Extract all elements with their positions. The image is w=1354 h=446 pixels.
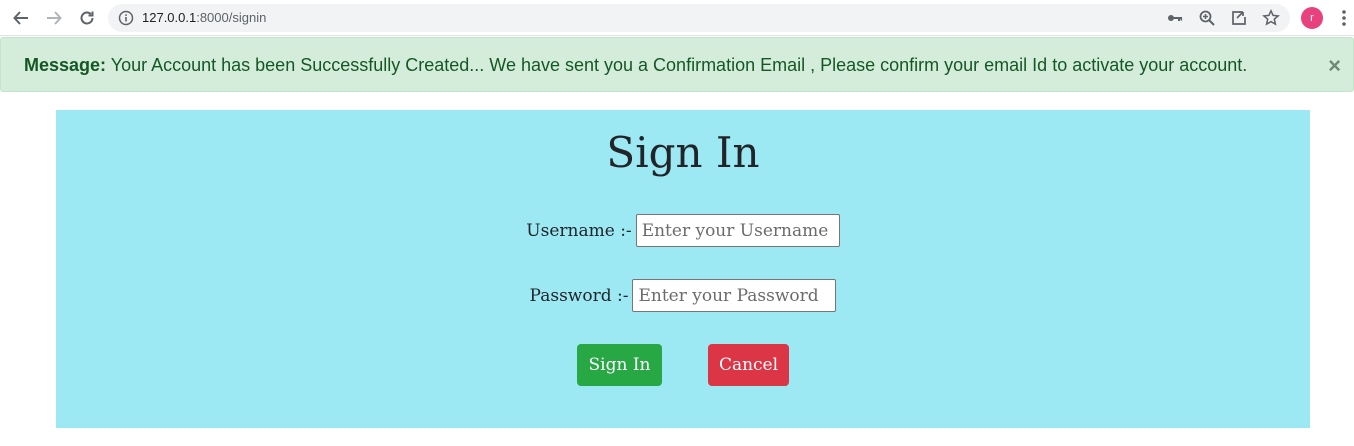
username-label: Username :- <box>526 220 632 241</box>
username-input[interactable] <box>635 214 840 247</box>
success-alert: Message: Your Account has been Successfu… <box>0 37 1354 92</box>
share-icon[interactable] <box>1230 9 1248 27</box>
cancel-button[interactable]: Cancel <box>708 344 789 386</box>
close-icon[interactable]: × <box>1328 38 1341 93</box>
url-host: 127.0.0.1 <box>142 10 197 25</box>
password-input[interactable] <box>632 279 837 312</box>
back-arrow-icon[interactable] <box>9 6 33 30</box>
url-text: 127.0.0.1:8000/signin <box>142 4 266 32</box>
forward-arrow-icon[interactable] <box>42 6 66 30</box>
alert-message: Your Account has been Successfully Creat… <box>106 55 1248 75</box>
menu-dots-icon[interactable] <box>1334 8 1354 28</box>
info-icon[interactable] <box>118 10 134 26</box>
address-bar[interactable]: 127.0.0.1:8000/signin <box>108 4 1290 32</box>
page-title: Sign In <box>606 128 760 177</box>
reload-icon[interactable] <box>75 6 99 30</box>
button-row: Sign In Cancel <box>56 344 1310 386</box>
star-icon[interactable] <box>1262 9 1280 27</box>
username-row: Username :- <box>56 214 1310 247</box>
browser-toolbar: 127.0.0.1:8000/signin r <box>0 0 1354 36</box>
password-label: Password :- <box>529 285 629 306</box>
url-path: :8000/signin <box>196 10 267 25</box>
alert-label: Message: <box>24 55 107 75</box>
password-row: Password :- <box>56 279 1310 312</box>
zoom-icon[interactable] <box>1198 9 1216 27</box>
key-icon[interactable] <box>1166 9 1184 27</box>
signin-panel: Sign In Username :- Password :- Sign In … <box>56 110 1310 428</box>
signin-button[interactable]: Sign In <box>577 344 662 386</box>
profile-avatar[interactable]: r <box>1301 7 1323 29</box>
